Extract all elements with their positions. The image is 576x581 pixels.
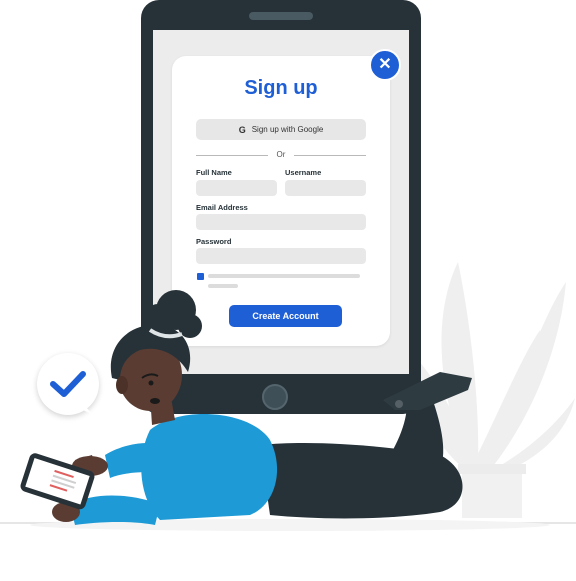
signup-illustration: ✕ Sign up G Sign up with Google Or Full … <box>0 0 576 581</box>
person-illustration <box>20 290 472 525</box>
